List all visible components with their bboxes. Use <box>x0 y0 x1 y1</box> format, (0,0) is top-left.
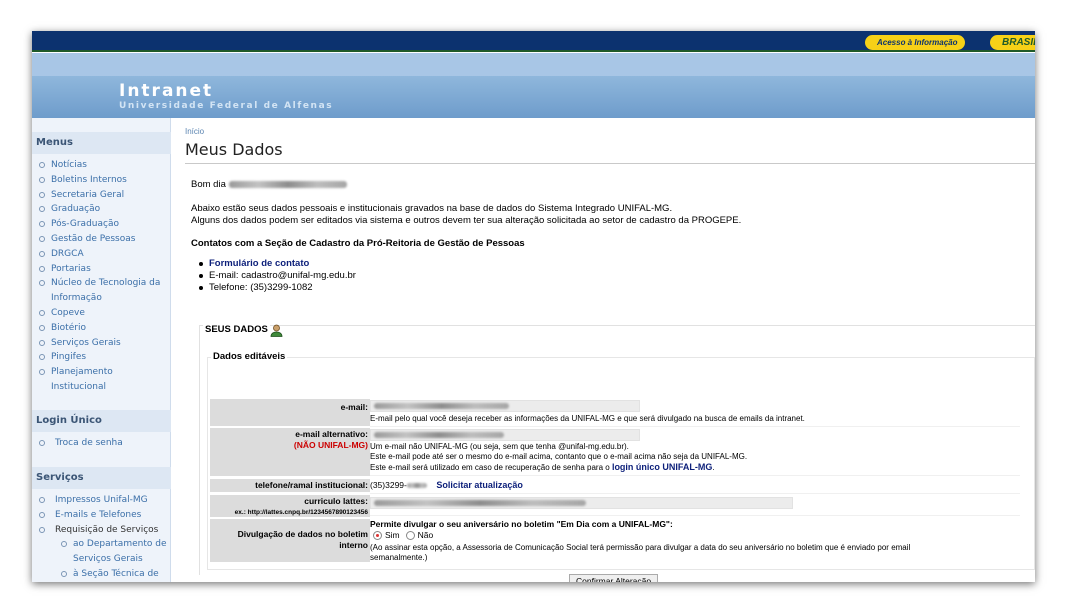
alt-email-label: e-mail alternativo: (NÃO UNIFAL-MG) <box>210 428 370 476</box>
contact-form-item: Formulário de contato <box>199 258 356 270</box>
browser-page: Acesso à Informação BRASIL Intranet Univ… <box>32 31 1035 582</box>
redacted-alt-email <box>374 432 504 438</box>
site-title[interactable]: Intranet <box>119 81 213 101</box>
intro-line-1: Abaixo estão seus dados pessoais e insti… <box>191 203 673 214</box>
sidebar-item-servicos-gerais[interactable]: Serviços Gerais <box>32 336 171 351</box>
divulgacao-label: Divulgação de dados no boletim interno <box>210 519 370 562</box>
email-input[interactable] <box>370 400 640 412</box>
breadcrumb[interactable]: Início <box>185 127 204 136</box>
sidebar-item-bioterio[interactable]: Biotério <box>32 321 171 336</box>
sidebar-item-nti[interactable]: Núcleo de Tecnologia da <box>32 276 171 291</box>
alt-email-desc-2: Este e-mail pode até ser o mesmo do e-ma… <box>370 452 748 461</box>
sidebar-item-dep-servicos-cont[interactable]: Serviços Gerais <box>32 552 171 567</box>
sidebar-item-graduacao[interactable]: Graduação <box>32 202 171 217</box>
divulgacao-label-2: interno <box>339 540 368 550</box>
sidebar-item-noticias[interactable]: Notícias <box>32 158 171 173</box>
sidebar-item-portarias[interactable]: Portarias <box>32 262 171 277</box>
sidebar-item-troca-senha[interactable]: Troca de senha <box>32 436 171 451</box>
confirm-button[interactable]: Confirmar Alteração <box>569 574 659 582</box>
sidebar-item-planejamento[interactable]: Planejamento <box>32 365 171 380</box>
site-header: Intranet Universidade Federal de Alfenas <box>32 76 1035 118</box>
login-list: Troca de senha <box>32 436 171 451</box>
sidebar-item-nti-cont[interactable]: Informação <box>32 291 171 306</box>
sidebar-item-secretaria[interactable]: Secretaria Geral <box>32 188 171 203</box>
login-unico-link[interactable]: login único UNIFAL-MG <box>612 462 713 472</box>
alt-email-input[interactable] <box>370 429 640 441</box>
alt-email-desc-end: . <box>712 463 715 472</box>
phone-row: (35)3299- Solicitar atualização <box>370 479 523 492</box>
contact-form-link[interactable]: Formulário de contato <box>209 258 309 269</box>
gov-bar: Acesso à Informação BRASIL <box>32 31 1035 52</box>
radio-nao[interactable] <box>405 531 415 541</box>
greeting: Bom dia <box>191 179 226 190</box>
menus-list: Notícias Boletins Internos Secretaria Ge… <box>32 158 171 395</box>
radio-sim-label[interactable]: Sim <box>385 530 400 540</box>
row-divider <box>370 515 1020 516</box>
seus-dados-heading: SEUS DADOS <box>203 324 270 335</box>
intro-line-2: Alguns dos dados podem ser editados via … <box>191 215 742 226</box>
contacts-list: Formulário de contato E-mail: cadastro@u… <box>199 258 356 294</box>
radio-nao-label[interactable]: Não <box>418 530 434 540</box>
sidebar: Menus Notícias Boletins Internos Secreta… <box>32 118 171 582</box>
row-divider <box>370 475 1020 476</box>
sidebar-item-impressos[interactable]: Impressos Unifal-MG <box>32 493 171 508</box>
sidebar-item-secao-tecnica[interactable]: à Seção Técnica de <box>32 567 171 582</box>
alt-email-desc-3-line: Este e-mail será utilizado em caso de re… <box>370 462 715 474</box>
greeting-line: Bom dia <box>191 179 347 190</box>
title-divider <box>185 163 1035 164</box>
user-icon <box>270 324 283 337</box>
sidebar-item-requisicao: Requisição de Serviços <box>32 523 171 538</box>
acesso-informacao-button[interactable]: Acesso à Informação <box>865 35 965 50</box>
brasil-button[interactable]: BRASIL <box>990 35 1035 50</box>
divulgacao-options: Sim Não <box>370 530 433 541</box>
lattes-label: curriculo lattes: ex.: http://lattes.cnpq… <box>210 495 370 517</box>
alt-email-label-text: e-mail alternativo: <box>295 429 368 439</box>
sidebar-item-emails-telefones[interactable]: E-mails e Telefones <box>32 508 171 523</box>
sidebar-item-copeve[interactable]: Copeve <box>32 306 171 321</box>
servicos-list: Impressos Unifal-MG E-mails e Telefones … <box>32 493 171 582</box>
menus-heading: Menus <box>32 132 171 154</box>
main-content: Início Meus Dados Bom dia Abaixo estão s… <box>171 118 1035 582</box>
sidebar-item-dep-servicos[interactable]: ao Departamento de <box>32 537 171 552</box>
login-heading: Login Único <box>32 410 171 432</box>
phone-label: telefone/ramal institucional: <box>210 479 370 492</box>
servicos-heading: Serviços <box>32 467 171 489</box>
divulgacao-desc-1: (Ao assinar esta opção, a Assessoria de … <box>370 543 911 552</box>
redacted-name <box>228 180 347 188</box>
sidebar-item-pingifes[interactable]: Pingifes <box>32 350 171 365</box>
lattes-input[interactable] <box>370 497 793 509</box>
redacted-email <box>374 403 509 409</box>
divulgacao-label-1: Divulgação de dados no boletim <box>237 529 368 539</box>
row-divider <box>370 426 1020 427</box>
radio-sim[interactable] <box>373 531 382 541</box>
alt-email-desc-1: Um e-mail não UNIFAL-MG (ou seja, sem qu… <box>370 442 629 451</box>
alt-email-desc-3: Este e-mail será utilizado em caso de re… <box>370 463 610 472</box>
alt-email-note: (NÃO UNIFAL-MG) <box>293 440 368 450</box>
contacts-heading: Contatos com a Seção de Cadastro da Pró-… <box>191 238 525 249</box>
dados-editaveis-heading: Dados editáveis <box>211 351 288 362</box>
sidebar-item-drgca[interactable]: DRGCA <box>32 247 171 262</box>
contact-email: E-mail: cadastro@unifal-mg.edu.br <box>199 270 356 281</box>
top-band <box>32 53 1035 76</box>
solicitar-atualizacao-link[interactable]: Solicitar atualização <box>436 480 523 490</box>
contact-phone: Telefone: (35)3299-1082 <box>199 282 356 294</box>
site-subtitle: Universidade Federal de Alfenas <box>119 101 334 111</box>
sidebar-item-gestao-pessoas[interactable]: Gestão de Pessoas <box>32 232 171 247</box>
redacted-phone <box>406 483 427 489</box>
page-title: Meus Dados <box>185 140 283 159</box>
sidebar-item-planejamento-cont[interactable]: Institucional <box>32 380 171 395</box>
sidebar-item-pos-graduacao[interactable]: Pós-Graduação <box>32 217 171 232</box>
redacted-lattes <box>374 500 586 506</box>
divulgacao-desc-2: semanalmente.) <box>370 553 428 562</box>
email-description: E-mail pelo qual você deseja receber as … <box>370 414 805 423</box>
lattes-example: ex.: http://lattes.cnpq.br/1234567890123… <box>234 509 368 516</box>
divulgacao-question: Permite divulgar o seu aniversário no bo… <box>370 519 673 529</box>
phone-value: (35)3299- <box>370 480 407 490</box>
sidebar-item-boletins[interactable]: Boletins Internos <box>32 173 171 188</box>
email-label: e-mail: <box>210 399 370 426</box>
lattes-label-text: curriculo lattes: <box>304 496 368 506</box>
row-divider <box>370 493 1020 494</box>
